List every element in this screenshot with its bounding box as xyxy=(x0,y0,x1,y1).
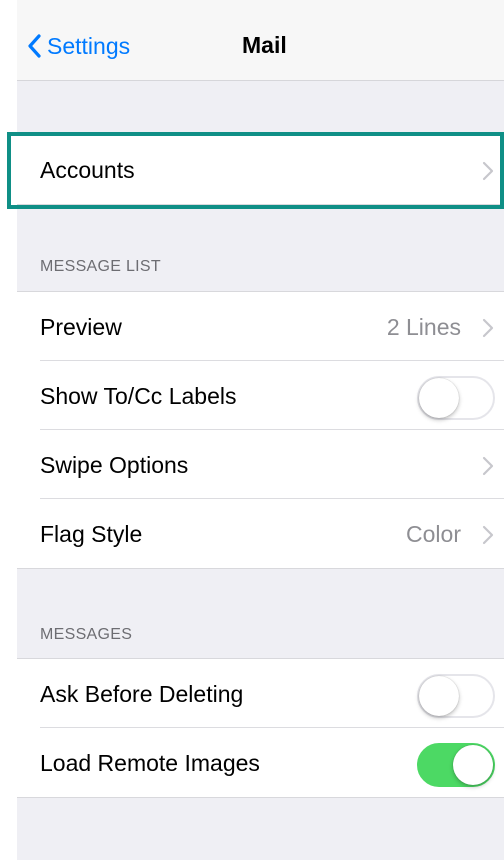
accounts-label: Accounts xyxy=(40,157,135,183)
swipe-options-row[interactable]: Swipe Options xyxy=(17,430,504,499)
ask-before-deleting-label: Ask Before Deleting xyxy=(40,681,244,707)
chevron-right-icon xyxy=(482,456,494,476)
chevron-left-icon xyxy=(28,34,41,58)
page-title: Mail xyxy=(242,32,287,58)
flag-style-row[interactable]: Flag Style Color xyxy=(17,499,504,568)
show-to-cc-labels-row: Show To/Cc Labels xyxy=(17,361,504,430)
toggle-knob xyxy=(419,378,459,418)
flag-style-value: Color xyxy=(406,521,461,547)
preview-row[interactable]: Preview 2 Lines xyxy=(17,292,504,361)
ask-before-deleting-row: Ask Before Deleting xyxy=(17,659,504,728)
load-remote-images-toggle[interactable] xyxy=(417,743,495,787)
chevron-right-icon xyxy=(482,161,494,181)
message-list-group: Preview 2 Lines Show To/Cc Labels Swipe … xyxy=(17,291,504,569)
message-list-header: MESSAGE LIST xyxy=(40,258,161,275)
back-button-label: Settings xyxy=(47,32,131,59)
load-remote-images-row: Load Remote Images xyxy=(17,728,504,797)
accounts-group: Accounts xyxy=(17,134,504,205)
swipe-options-label: Swipe Options xyxy=(40,452,189,478)
back-button[interactable]: Settings xyxy=(27,28,130,64)
show-to-cc-labels-toggle[interactable] xyxy=(417,376,495,420)
show-to-cc-labels-label: Show To/Cc Labels xyxy=(40,383,237,409)
flag-style-label: Flag Style xyxy=(40,521,143,547)
preview-value: 2 Lines xyxy=(386,314,461,340)
messages-group: Ask Before Deleting Load Remote Images xyxy=(17,658,504,798)
navigation-bar: Settings Mail xyxy=(17,0,504,81)
ask-before-deleting-toggle[interactable] xyxy=(417,674,495,718)
load-remote-images-label: Load Remote Images xyxy=(40,750,260,776)
messages-header: MESSAGES xyxy=(40,626,133,643)
toggle-knob xyxy=(419,676,459,716)
chevron-right-icon xyxy=(482,525,494,545)
chevron-right-icon xyxy=(482,318,494,338)
mail-settings-screen: Settings Mail Accounts MESSAGE LIST Prev… xyxy=(17,0,504,860)
toggle-knob xyxy=(453,745,493,785)
preview-label: Preview xyxy=(40,314,122,340)
accounts-row[interactable]: Accounts xyxy=(17,135,504,204)
